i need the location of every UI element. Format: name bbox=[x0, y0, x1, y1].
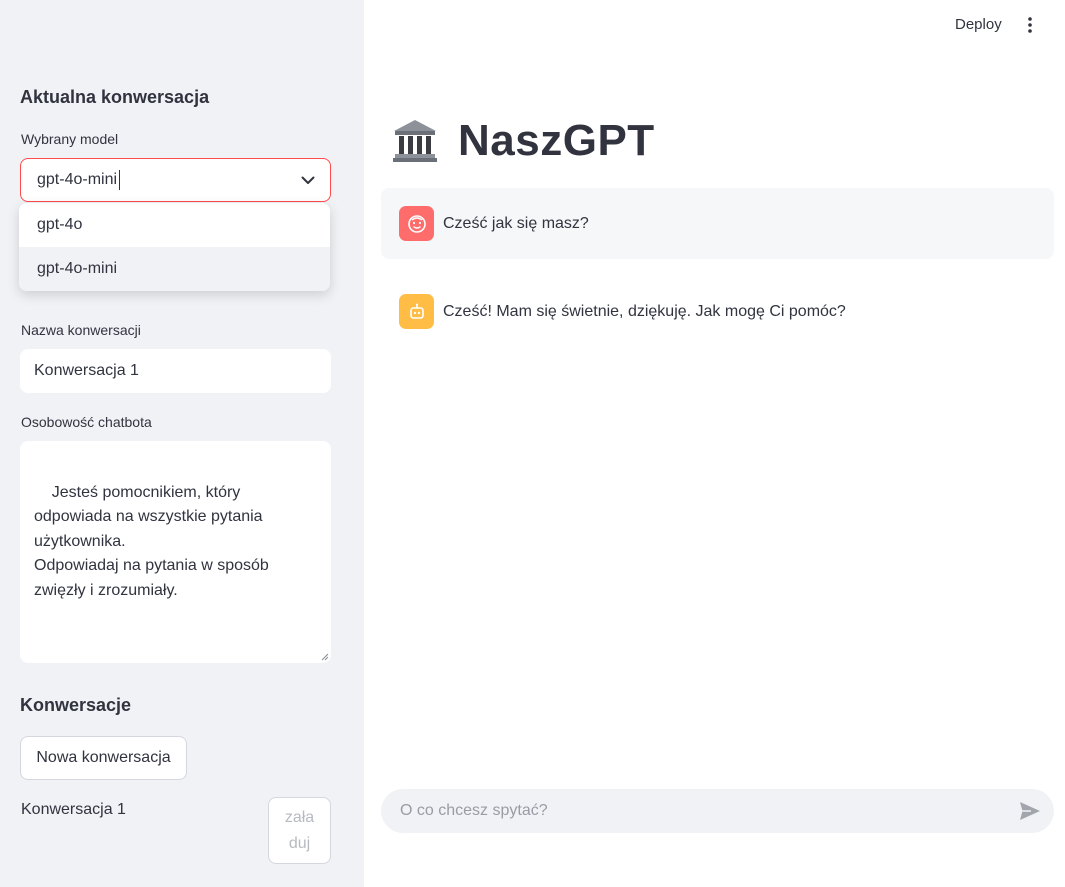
chat-input[interactable]: O co chcesz spytać? bbox=[381, 789, 1054, 833]
page-title-row: NaszGPT bbox=[390, 116, 655, 166]
personality-text: Jesteś pomocnikiem, który odpowiada na w… bbox=[34, 483, 269, 599]
chat-input-placeholder: O co chcesz spytać? bbox=[400, 802, 548, 819]
chevron-down-icon[interactable] bbox=[298, 170, 318, 190]
chat-message-user: Cześć jak się masz? bbox=[381, 188, 1054, 259]
model-select[interactable]: gpt-4o-mini bbox=[20, 158, 331, 202]
page-title: NaszGPT bbox=[458, 116, 655, 165]
assistant-message-text: Cześć! Mam się świetnie, dziękuję. Jak m… bbox=[443, 302, 846, 320]
personality-textarea[interactable]: Jesteś pomocnikiem, który odpowiada na w… bbox=[20, 441, 331, 663]
current-conversation-heading: Aktualna konwersacja bbox=[20, 87, 210, 107]
robot-icon bbox=[399, 294, 434, 329]
conversation-name-input[interactable]: Konwersacja 1 bbox=[20, 349, 331, 393]
new-conversation-button[interactable]: Nowa konwersacja bbox=[20, 736, 187, 780]
load-button-label-line2: duj bbox=[288, 834, 311, 852]
load-button-label-line1: zała bbox=[284, 808, 315, 826]
model-option-gpt-4o-mini[interactable]: gpt-4o-mini bbox=[19, 247, 330, 291]
resize-handle-icon[interactable] bbox=[321, 653, 329, 661]
classical-building-icon bbox=[393, 120, 437, 162]
personality-label: Osobowość chatbota bbox=[21, 414, 152, 430]
model-option-gpt-4o[interactable]: gpt-4o bbox=[19, 203, 330, 247]
deploy-button[interactable]: Deploy bbox=[955, 16, 1002, 33]
load-conversation-button[interactable]: zała duj bbox=[268, 797, 331, 864]
model-select-value: gpt-4o-mini bbox=[37, 171, 118, 188]
model-select-value-wrap: gpt-4o-mini bbox=[37, 170, 298, 190]
sidebar: Aktualna konwersacja Wybrany model gpt-4… bbox=[0, 0, 364, 887]
conversation-name-label: Nazwa konwersacji bbox=[21, 322, 141, 338]
model-label: Wybrany model bbox=[21, 131, 119, 147]
text-cursor bbox=[119, 170, 121, 190]
model-dropdown-menu: gpt-4o gpt-4o-mini bbox=[19, 203, 330, 291]
chat-message-assistant: Cześć! Mam się świetnie, dziękuję. Jak m… bbox=[381, 276, 1054, 347]
vertical-dots-icon[interactable] bbox=[1019, 13, 1041, 37]
conversations-heading: Konwersacje bbox=[20, 695, 132, 715]
user-face-icon bbox=[399, 206, 434, 241]
user-message-text: Cześć jak się masz? bbox=[443, 214, 589, 232]
conversation-list-item: Konwersacja 1 bbox=[21, 801, 126, 818]
send-icon[interactable] bbox=[1018, 799, 1042, 823]
